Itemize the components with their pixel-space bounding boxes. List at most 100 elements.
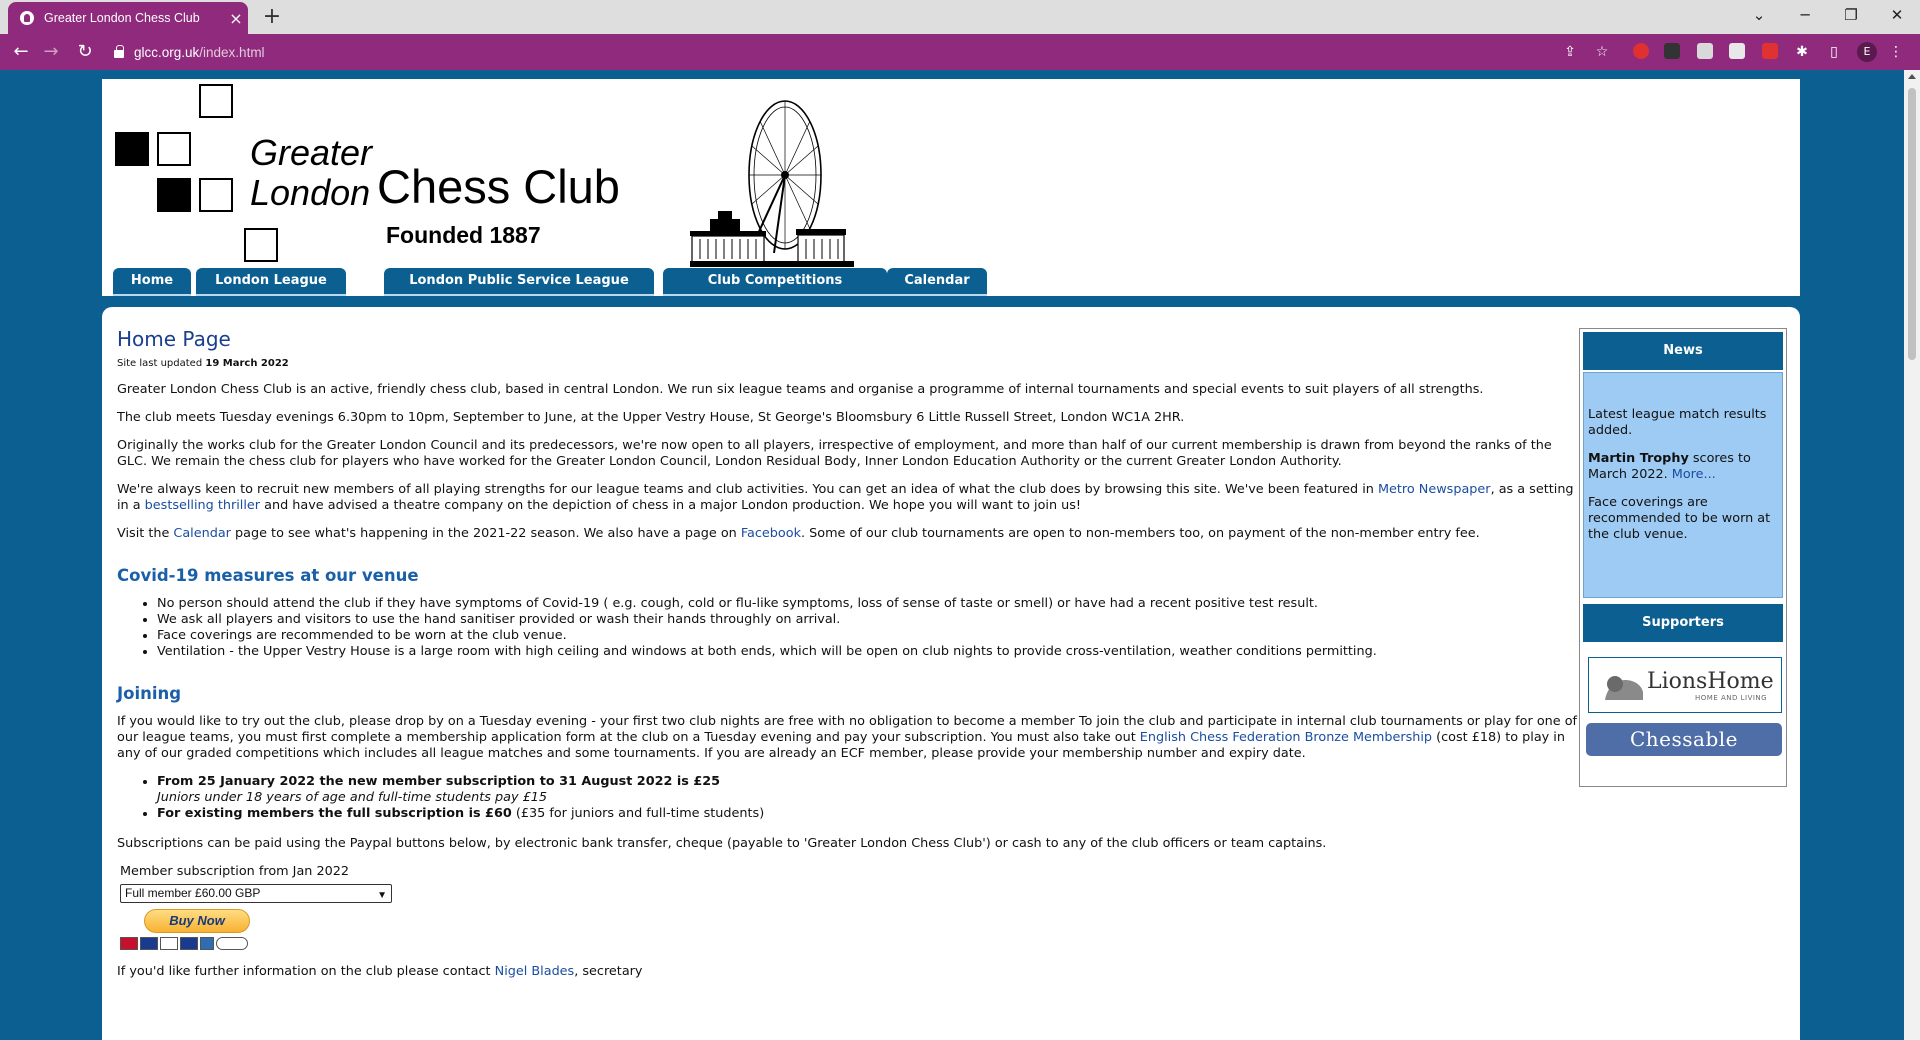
new-tab-button[interactable]: +	[258, 4, 286, 30]
browser-menu-icon[interactable]: ⋮	[1888, 44, 1904, 60]
contact-text: If you'd like further information on the…	[117, 964, 495, 979]
scrollbar-thumb[interactable]	[1908, 88, 1916, 360]
subscription-select[interactable]: Full member £60.00 GBP ▼	[120, 884, 392, 903]
close-tab-icon[interactable]: ×	[224, 9, 248, 28]
share-icon[interactable]: ⇪	[1562, 44, 1578, 60]
logo-square	[199, 84, 233, 118]
news-heading: News	[1583, 332, 1783, 370]
chessable-banner[interactable]: Chessable	[1586, 723, 1782, 756]
logo-square	[157, 178, 191, 212]
browser-toolbar: ← → ↻ glcc.org.uk/index.html ⇪ ☆ ✱ ▯ E ⋮	[0, 34, 1920, 70]
extension-camera-icon[interactable]	[1664, 43, 1680, 59]
extension-tp-icon[interactable]	[1762, 43, 1778, 59]
nav-public-service-league[interactable]: London Public Service League	[384, 268, 654, 296]
covid-heading: Covid-19 measures at our venue	[117, 566, 419, 585]
main-column: Home Page Site last updated 19 March 202…	[117, 327, 1582, 992]
calendar-link[interactable]: Calendar	[173, 526, 231, 541]
visa-icon	[160, 937, 178, 950]
subscription-label: Member subscription from Jan 2022	[120, 864, 350, 879]
url-host: glcc.org.uk	[134, 44, 200, 60]
mastercard-icon	[120, 937, 138, 950]
lion-icon	[1605, 676, 1643, 700]
extension-red-icon[interactable]	[1633, 43, 1649, 59]
nav-london-league[interactable]: London League	[196, 268, 346, 296]
news-more-link[interactable]: More...	[1672, 467, 1716, 482]
payment-paragraph: Subscriptions can be paid using the Payp…	[117, 836, 1327, 851]
amex-icon	[200, 937, 214, 950]
facebook-link[interactable]: Facebook	[741, 526, 801, 541]
covid-list: No person should attend the club if they…	[157, 596, 1582, 660]
site-favicon-icon	[20, 11, 34, 25]
browser-tab[interactable]: Greater London Chess Club ×	[8, 2, 248, 34]
reload-icon[interactable]: ↻	[72, 40, 98, 64]
list-item: From 25 January 2022 the new member subs…	[157, 774, 1582, 806]
secretary-link[interactable]: Nigel Blades	[495, 964, 575, 979]
profile-avatar[interactable]: E	[1857, 42, 1877, 62]
side-panel-icon[interactable]: ▯	[1826, 44, 1842, 60]
meeting-paragraph: The club meets Tuesday evenings 6.30pm t…	[117, 410, 1185, 425]
updated-date: 19 March 2022	[205, 358, 289, 369]
page-viewport: Greater London Chess Club Founded 1887 H…	[0, 70, 1904, 1040]
address-bar[interactable]: glcc.org.uk/index.html	[108, 38, 1508, 66]
metro-link[interactable]: Metro Newspaper	[1378, 482, 1491, 497]
page-title: Home Page	[117, 327, 231, 351]
logo-square	[244, 228, 278, 262]
buy-now-button[interactable]: Buy Now	[144, 909, 250, 933]
contact-paragraph: If you'd like further information on the…	[117, 964, 1582, 980]
fee-juniors: Juniors under 18 years of age and full-t…	[157, 790, 548, 805]
recruit-text: and have advised a theatre company on th…	[260, 498, 1082, 513]
list-item: Face coverings are recommended to be wor…	[157, 628, 1582, 644]
page-scrollbar[interactable]	[1904, 70, 1920, 1040]
contact-text: , secretary	[574, 964, 643, 979]
london-eye-illustration	[690, 100, 854, 267]
list-item: Ventilation - the Upper Vestry House is …	[157, 644, 1582, 660]
list-item: For existing members the full subscripti…	[157, 806, 1582, 822]
site-header: Greater London Chess Club Founded 1887 H…	[102, 79, 1800, 300]
joining-paragraph: If you would like to try out the club, p…	[117, 714, 1582, 762]
tab-search-icon[interactable]: ⌄	[1736, 0, 1782, 30]
extension-nk-icon[interactable]	[1697, 43, 1713, 59]
logo-chess-club: Chess Club	[377, 160, 620, 213]
forward-icon[interactable]: →	[38, 40, 64, 64]
news-box: Latest league match results added. Marti…	[1583, 372, 1783, 598]
nav-home[interactable]: Home	[113, 268, 191, 296]
extension-k-icon[interactable]	[1729, 43, 1745, 59]
logo-london: London	[250, 172, 371, 213]
visit-text: Visit the	[117, 526, 174, 541]
list-item: We ask all players and visitors to use t…	[157, 612, 1582, 628]
minimize-button[interactable]: ─	[1782, 0, 1828, 30]
subscription-selected: Full member £60.00 GBP	[125, 886, 261, 900]
visit-text: . Some of our club tournaments are open …	[801, 526, 1480, 541]
nav-club-competitions[interactable]: Club Competitions	[663, 268, 887, 296]
intro-paragraph: Greater London Chess Club is an active, …	[117, 382, 1484, 397]
tab-strip: Greater London Chess Club × + ⌄ ─ ❐ ✕	[0, 0, 1920, 34]
updated-prefix: Site last updated	[117, 358, 206, 369]
page-content: Home Page Site last updated 19 March 202…	[102, 307, 1800, 1040]
joining-heading: Joining	[117, 684, 182, 703]
lionshome-banner[interactable]: LionsHome HOME AND LIVING	[1588, 657, 1782, 713]
tab-title: Greater London Chess Club	[44, 11, 200, 25]
fee-existing-juniors: (£35 for juniors and full-time students)	[511, 806, 765, 821]
lionshome-name: LionsHome	[1647, 669, 1774, 694]
url-path: /index.html	[199, 44, 265, 60]
list-item: No person should attend the club if they…	[157, 596, 1582, 612]
recruit-paragraph: We're always keen to recruit new members…	[117, 482, 1582, 514]
direct-debit-icon	[216, 937, 248, 950]
news-trophy-name: Martin Trophy	[1588, 451, 1689, 466]
news-item: Martin Trophy scores to March 2022. More…	[1588, 451, 1778, 483]
scroll-up-arrow-icon[interactable]	[1908, 74, 1916, 79]
extensions-puzzle-icon[interactable]: ✱	[1794, 44, 1810, 60]
payment-cards	[120, 937, 1582, 950]
bookmark-star-icon[interactable]: ☆	[1594, 44, 1610, 60]
visa-electron-icon	[180, 937, 198, 950]
thriller-link[interactable]: bestselling thriller	[145, 498, 260, 513]
logo-square	[157, 132, 191, 166]
close-window-button[interactable]: ✕	[1874, 0, 1920, 30]
lock-icon	[114, 45, 124, 58]
restore-button[interactable]: ❐	[1828, 0, 1874, 30]
main-nav: Home London League London Public Service…	[102, 268, 1800, 300]
back-icon[interactable]: ←	[8, 40, 34, 64]
ecf-membership-link[interactable]: English Chess Federation Bronze Membersh…	[1140, 730, 1432, 745]
logo-founded: Founded 1887	[386, 222, 541, 248]
nav-calendar[interactable]: Calendar	[887, 268, 987, 296]
